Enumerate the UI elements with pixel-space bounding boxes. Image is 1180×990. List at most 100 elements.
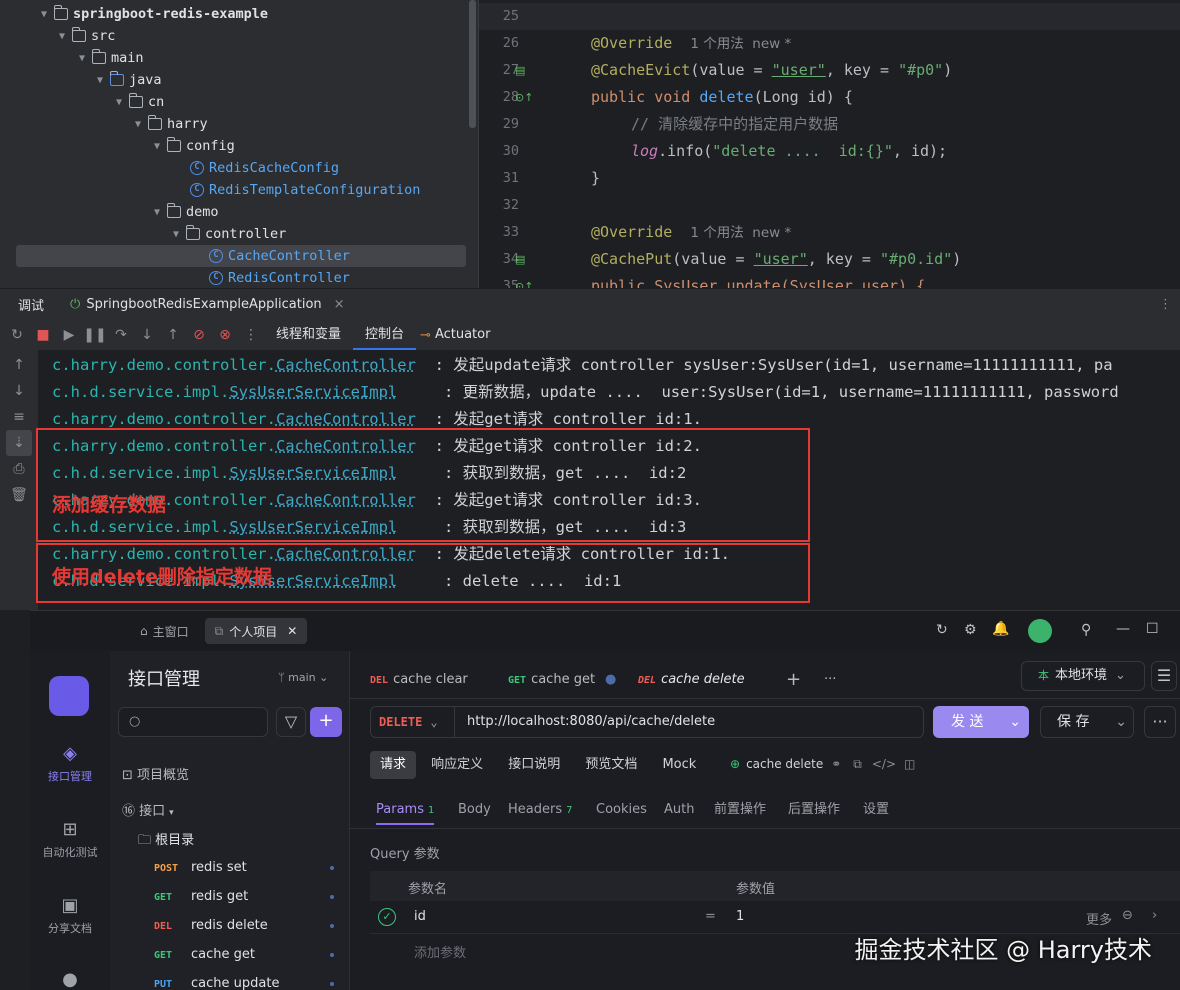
minimize-icon[interactable]: — [1116, 621, 1130, 637]
code-editor[interactable]: 25 26 27 28 29 30 31 32 33 34 35 ▤ ⊙↑ ▤ … [478, 0, 1180, 288]
tree-scrollbar[interactable] [469, 0, 476, 128]
tree-item-config[interactable]: ▼ config [151, 135, 235, 157]
section-description[interactable]: 接口说明 [498, 751, 570, 779]
tree-item-main[interactable]: ▼ main [76, 47, 144, 69]
filter-button[interactable]: ▽ [276, 707, 306, 737]
environment-selector[interactable]: 本本地环境 ⌄ [1021, 661, 1145, 691]
url-input[interactable]: http://localhost:8080/api/cache/delete [467, 707, 715, 737]
tab-settings[interactable]: 设置 [863, 795, 889, 825]
tab-cache-get[interactable]: GET cache get ● [508, 661, 616, 699]
tree-item-redistemplateconfiguration[interactable]: C RedisTemplateConfiguration [190, 179, 420, 201]
tab-cookies[interactable]: Cookies [596, 795, 647, 825]
tab-headers[interactable]: Headers 7 [508, 795, 572, 825]
refresh-icon[interactable]: ↻ [936, 622, 948, 638]
param-value-input[interactable]: 1 [736, 909, 744, 924]
checkbox[interactable]: ✓ [378, 908, 396, 926]
tree-item-java[interactable]: ▼ java [94, 69, 162, 91]
param-name-input[interactable]: id [414, 909, 426, 924]
usage-hint[interactable]: 1 个用法 new * [690, 36, 791, 52]
scroll-to-end-icon[interactable]: ⇣ [6, 430, 32, 456]
more-options-icon[interactable]: ⋮ [1159, 297, 1172, 312]
tree-item-module[interactable]: ▼ springboot-redis-example [38, 3, 268, 25]
tab-console[interactable]: 控制台 [353, 320, 417, 350]
save-button[interactable]: 保 存 ⌄ [1040, 706, 1134, 738]
endpoint-cache-update[interactable]: PUT cache update [154, 969, 334, 990]
sidebar-item-root[interactable]: 🗀 根目录 [138, 829, 194, 853]
pause-icon[interactable]: ❚❚ [82, 327, 108, 343]
tree-item-cachecontroller[interactable]: C CacheController [209, 245, 350, 267]
more-actions-button[interactable]: ··· [1144, 706, 1176, 738]
implements-gutter-icon[interactable]: ⊙↑ [515, 273, 533, 288]
avatar[interactable] [1028, 619, 1052, 643]
panel-icon[interactable]: ◫ [904, 757, 915, 771]
section-request[interactable]: 请求 [370, 751, 417, 779]
add-button[interactable]: + [310, 707, 342, 737]
endpoint-redis-set[interactable]: POST redis set [154, 853, 334, 882]
tab-post-request[interactable]: 后置操作 [788, 795, 840, 825]
log-class-link[interactable]: CacheController [276, 410, 416, 428]
resume-icon[interactable]: ▶ [56, 327, 82, 343]
usage-hint[interactable]: 1 个用法 new * [690, 225, 791, 241]
mute-breakpoints-icon[interactable]: ⊗ [212, 327, 238, 343]
trash-icon[interactable]: 🗑 [0, 482, 38, 508]
rail-api-management[interactable]: ◈ 接口管理 [30, 743, 110, 784]
tab-cache-delete[interactable]: DEL cache delete [638, 661, 745, 699]
rail-history[interactable]: ● [30, 969, 110, 990]
tree-item-src[interactable]: ▼ src [56, 25, 115, 47]
tab-threads-variables[interactable]: 线程和变量 [264, 320, 353, 350]
endpoint-redis-get[interactable]: GET redis get [154, 882, 334, 911]
step-into-icon[interactable]: ↓ [134, 327, 160, 343]
remove-icon[interactable]: ⊖ [1122, 908, 1133, 923]
rail-share-docs[interactable]: ▣ 分享文档 [30, 895, 110, 936]
rail-auto-test[interactable]: ⊞ 自动化测试 [30, 819, 110, 860]
tree-item-controller[interactable]: ▼ controller [170, 223, 286, 245]
section-mock[interactable]: Mock [652, 751, 706, 779]
arrow-up-icon[interactable]: ↑ [0, 352, 38, 378]
tab-overflow-button[interactable]: ··· [824, 661, 836, 699]
tree-item-harry[interactable]: ▼ harry [132, 113, 208, 135]
more-icon[interactable]: ⋮ [238, 327, 264, 343]
tab-actuator[interactable]: Actuator [431, 320, 503, 350]
tab-pre-request[interactable]: 前置操作 [714, 795, 766, 825]
log-class-link[interactable]: SysUserServiceImpl [229, 383, 397, 401]
menu-button[interactable]: ☰ [1151, 661, 1177, 691]
view-breakpoints-icon[interactable]: ⊘ [186, 327, 212, 343]
print-icon[interactable]: ⎙ [0, 456, 38, 482]
stop-icon[interactable]: ■ [30, 327, 56, 343]
tree-item-cn[interactable]: ▼ cn [113, 91, 164, 113]
search-input[interactable]: ○ [118, 707, 268, 737]
cache-gutter-icon[interactable]: ▤ [515, 246, 525, 273]
send-button[interactable]: 发 送 ⌄ [933, 706, 1029, 738]
step-out-icon[interactable]: ↑ [160, 327, 186, 343]
tree-item-demo[interactable]: ▼ demo [151, 201, 219, 223]
arrow-down-icon[interactable]: ↓ [0, 378, 38, 404]
run-config-tab[interactable]: SpringbootRedisExampleApplication [86, 297, 321, 312]
gear-icon[interactable]: ⚙ [964, 622, 977, 638]
step-over-icon[interactable]: ↷ [108, 327, 134, 343]
rerun-icon[interactable]: ↻ [4, 327, 30, 343]
tab-params[interactable]: Params 1 [376, 795, 435, 825]
tab-auth[interactable]: Auth [664, 795, 694, 825]
branch-selector[interactable]: ᛘ main ⌄ [278, 671, 328, 684]
section-preview[interactable]: 预览文档 [575, 751, 647, 779]
bell-icon[interactable]: 🔔 [992, 621, 1009, 637]
cache-gutter-icon[interactable]: ▤ [515, 57, 525, 84]
close-icon[interactable]: ✕ [287, 624, 297, 638]
more-link[interactable]: 更多 [1086, 909, 1112, 928]
sidebar-item-api-group[interactable]: ⑯ 接口 ▾ [122, 800, 174, 819]
add-param-input[interactable]: 添加参数 [414, 942, 466, 961]
new-tab-button[interactable]: + [786, 661, 801, 699]
tree-item-rediscontroller[interactable]: C RedisController [209, 267, 350, 288]
copy-icon[interactable]: ⧉ [853, 757, 862, 771]
maximize-icon[interactable]: ☐ [1146, 621, 1159, 637]
link-icon[interactable]: ⚭ [831, 757, 841, 771]
endpoint-cache-get[interactable]: GET cache get [154, 940, 334, 969]
tree-item-rediscacheconfig[interactable]: C RedisCacheConfig [190, 157, 339, 179]
implements-gutter-icon[interactable]: ⊙↑ [515, 84, 533, 111]
section-response[interactable]: 响应定义 [421, 751, 493, 779]
log-class-link[interactable]: CacheController [276, 356, 416, 374]
console-output[interactable]: ↑ ↓ ≡ ⇣ ⎙ 🗑 c.harry.demo.controller.Cach… [0, 350, 1180, 610]
close-icon[interactable]: × [334, 297, 345, 312]
chevron-right-icon[interactable]: › [1152, 908, 1157, 923]
code-icon[interactable]: </> [872, 757, 896, 771]
